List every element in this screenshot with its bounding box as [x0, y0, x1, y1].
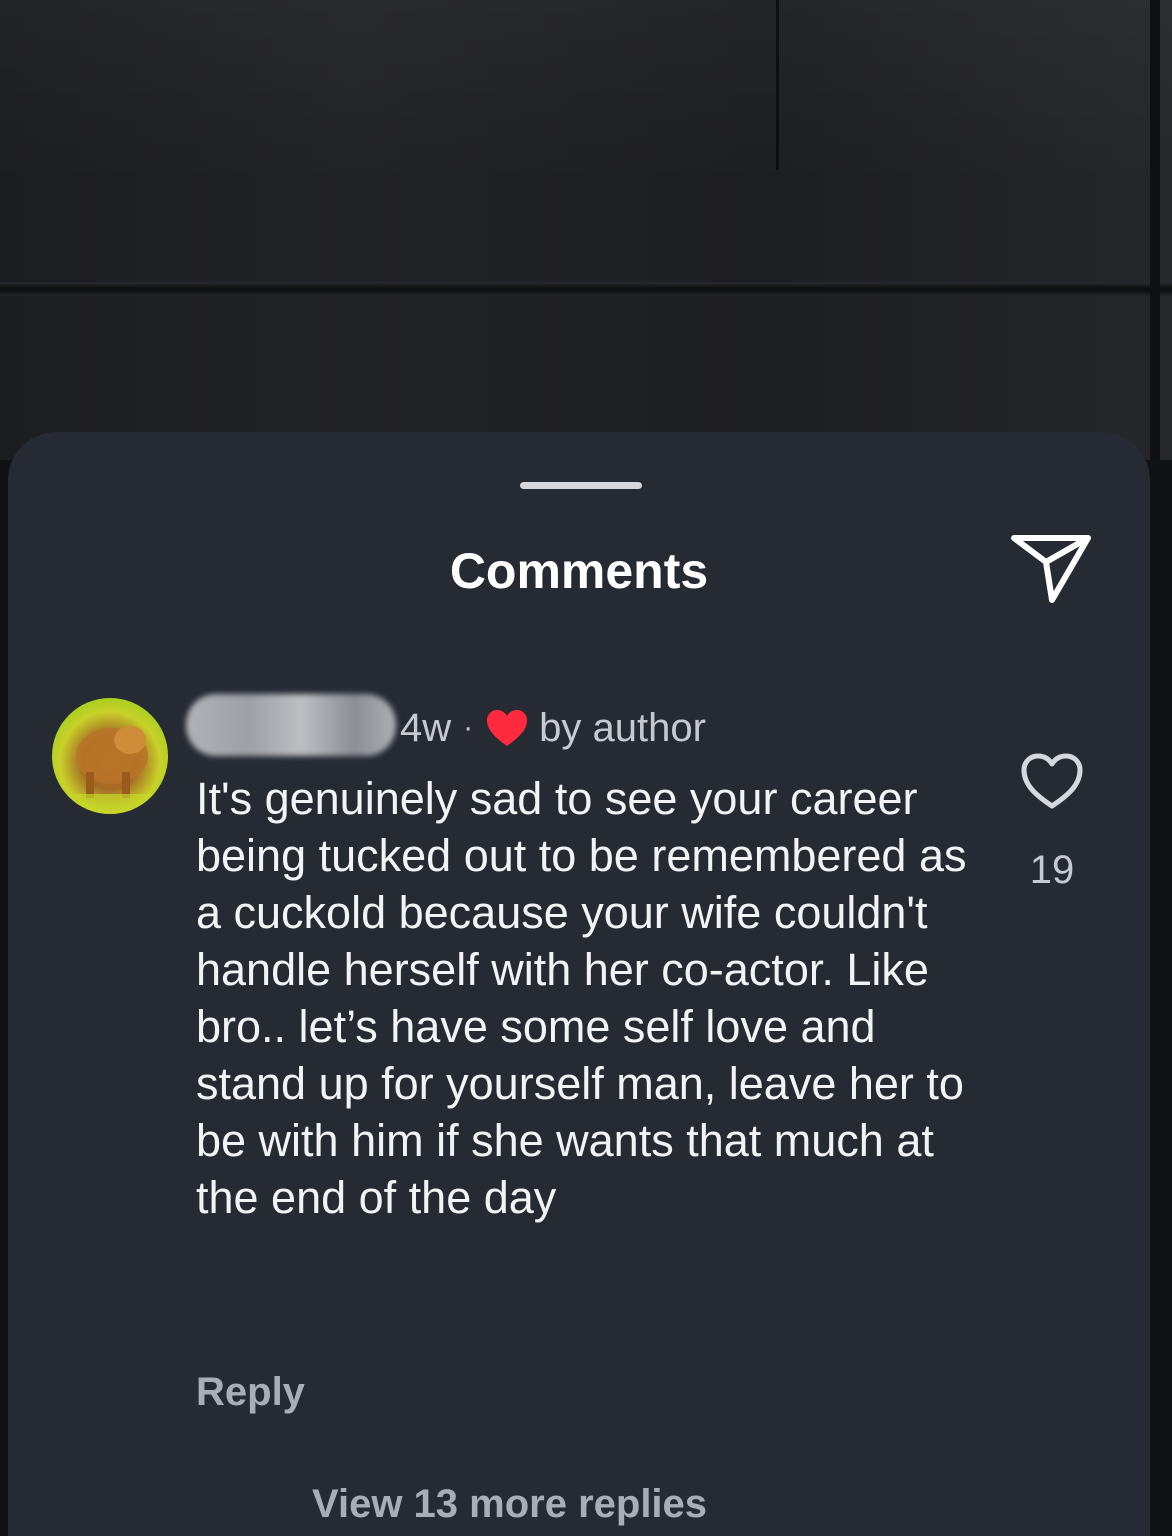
heart-filled-icon [487, 710, 528, 746]
paper-plane-icon[interactable] [1008, 528, 1094, 608]
avatar[interactable] [52, 698, 168, 814]
sheet-title: Comments [449, 543, 709, 599]
view-more-replies-button[interactable]: View 13 more replies [312, 1482, 707, 1527]
screen: Comments 4w · by author It's genuinely s… [0, 0, 1172, 1536]
meta-separator: · [463, 711, 474, 744]
like-count: 19 [1029, 848, 1075, 892]
comments-sheet: Comments 4w · by author It's genuinely s… [8, 432, 1150, 1536]
avatar-image [52, 726, 168, 814]
sheet-grabber[interactable] [520, 482, 642, 489]
liked-by-author-label: by author [539, 705, 706, 750]
background-video-frame [0, 0, 1172, 460]
username-redacted[interactable] [186, 694, 396, 756]
floor-seam [0, 282, 1172, 296]
comment-meta: 4w · by author [400, 706, 706, 750]
heart-outline-icon[interactable] [1020, 752, 1084, 810]
floor-seam-vertical [776, 0, 779, 170]
comment-time: 4w [400, 705, 452, 750]
reply-button[interactable]: Reply [196, 1370, 305, 1415]
comment-text: It's genuinely sad to see your career be… [196, 773, 967, 1223]
screen-edge [1150, 0, 1160, 460]
